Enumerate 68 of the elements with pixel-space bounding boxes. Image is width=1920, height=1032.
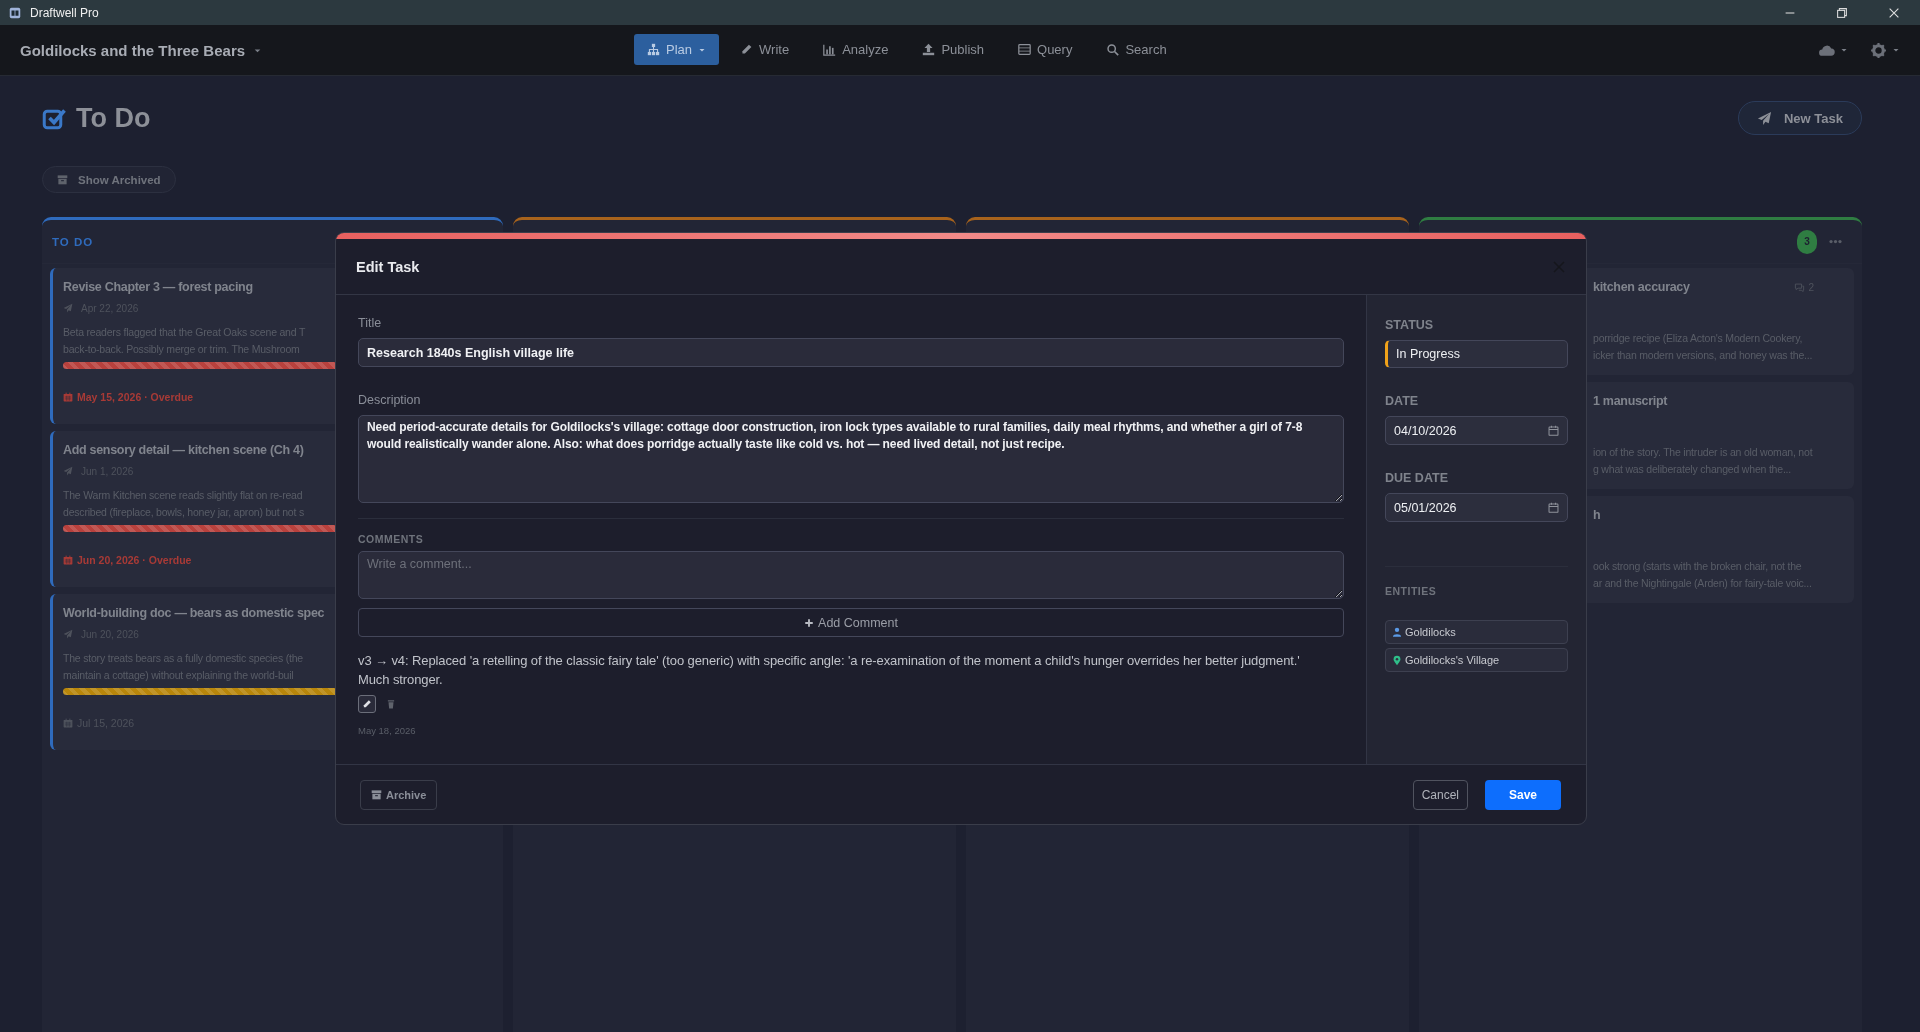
- comments-icon: [1794, 281, 1806, 293]
- caret-icon: [1840, 46, 1848, 54]
- edit-button[interactable]: [358, 695, 376, 713]
- table-icon: [1018, 43, 1032, 56]
- new-task-button[interactable]: New Task: [1738, 101, 1862, 135]
- archive-button[interactable]: Archive: [360, 779, 438, 810]
- project-menu[interactable]: Goldilocks and the Three Bears: [20, 41, 263, 59]
- description-field[interactable]: Need period-accurate details for Goldilocks's village: cottage door construction, iron lock types available to rural families, daily meal rhythms, and whether a girl of 7-8 would realistically wander alone. Also: what does porridge actually taste like cold vs. hot — need lived detail, not just recipe.: [358, 415, 1344, 503]
- calendar-icon: [63, 718, 73, 728]
- save-button[interactable]: Save: [1485, 779, 1561, 810]
- card-title: Revise Chapter 3 — forest pacing: [63, 279, 253, 296]
- settings-icon: [1870, 41, 1887, 59]
- nav-tab[interactable]: Publish: [909, 34, 998, 65]
- nav-tab[interactable]: Write: [727, 34, 803, 65]
- field-label: Description: [358, 393, 422, 409]
- search-icon: [1106, 43, 1120, 56]
- nav-tab[interactable]: Query: [1005, 34, 1086, 65]
- field-label: DATE: [1385, 394, 1420, 410]
- calendar-icon: [63, 555, 73, 565]
- card-title: h: [1593, 507, 1601, 524]
- comment-field[interactable]: Write a comment...: [358, 551, 1344, 599]
- date-field[interactable]: 05/01/2026: [1385, 493, 1568, 522]
- trash-icon[interactable]: [386, 699, 396, 709]
- caret-icon: [1892, 46, 1900, 54]
- pencil-icon: [362, 699, 372, 709]
- calendar-icon: [1548, 502, 1559, 513]
- paper-plane-icon: [63, 629, 73, 639]
- window-title: Draftwell Pro: [30, 5, 99, 20]
- person-icon: [1392, 627, 1402, 637]
- status-select[interactable]: In Progress: [1385, 340, 1568, 368]
- pencil-icon: [740, 43, 754, 56]
- entity-chip[interactable]: Goldilocks's Village: [1385, 648, 1568, 672]
- app-logo-icon: [8, 5, 22, 20]
- calendar-icon: [63, 392, 73, 402]
- sitemap-icon: [647, 43, 660, 56]
- date-field[interactable]: 04/10/2026: [1385, 416, 1568, 445]
- nav-tab[interactable]: Plan: [634, 34, 720, 65]
- column-title: TO DO: [52, 235, 94, 248]
- section-heading: COMMENTS: [358, 533, 425, 547]
- count-badge: 3: [1797, 229, 1817, 254]
- due-date: Jun 20, 2026 · Overdue: [77, 554, 192, 566]
- paper-plane-icon: [1757, 110, 1772, 126]
- restore-icon[interactable]: [1835, 5, 1849, 20]
- nav-tab[interactable]: Search: [1093, 34, 1180, 65]
- map-pin-icon: [1392, 654, 1402, 666]
- upload-icon: [922, 43, 936, 56]
- bar-chart-icon: [823, 43, 837, 56]
- add-comment-button[interactable]: Add Comment: [358, 608, 1344, 637]
- paper-plane-icon: [63, 303, 73, 313]
- calendar-icon: [1548, 425, 1559, 436]
- show-archived-button[interactable]: Show Archived: [42, 166, 176, 193]
- archive-icon: [371, 789, 382, 800]
- archive-icon: [57, 174, 68, 185]
- page-title: To Do: [76, 102, 151, 134]
- card-title: World-building doc — bears as domestic spec: [63, 605, 325, 622]
- card-title: 1 manuscript: [1593, 393, 1668, 410]
- cancel-button[interactable]: Cancel: [1412, 779, 1468, 810]
- settings-menu[interactable]: [1870, 41, 1900, 59]
- entity-chip[interactable]: Goldilocks: [1385, 620, 1568, 644]
- paper-plane-icon: [63, 466, 73, 476]
- card-title: kitchen accuracy: [1593, 279, 1690, 296]
- plus-icon: [804, 617, 815, 628]
- due-date: May 15, 2026 · Overdue: [77, 391, 194, 403]
- card-title: Add sensory detail — kitchen scene (Ch 4): [63, 442, 304, 459]
- nav-tab[interactable]: Analyze: [810, 34, 902, 65]
- comment-date: May 18, 2026: [358, 725, 417, 736]
- field-label: Title: [358, 316, 383, 332]
- title-field[interactable]: Research 1840s English village life: [358, 338, 1344, 367]
